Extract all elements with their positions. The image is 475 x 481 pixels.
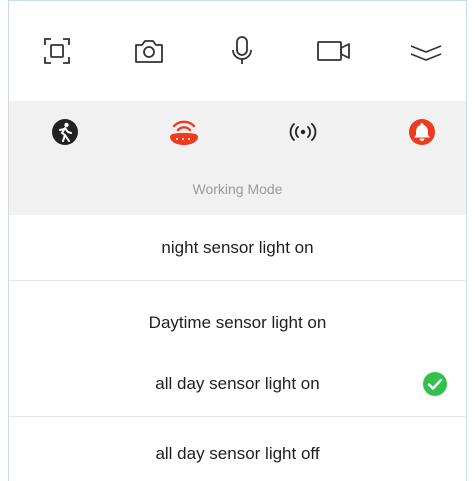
mode-icons-bar xyxy=(9,101,466,163)
radar-signal-icon xyxy=(289,123,317,141)
screenshot-button[interactable] xyxy=(35,29,79,73)
option-night-sensor-light-on[interactable]: night sensor light on xyxy=(9,215,466,281)
working-mode-header: Working Mode xyxy=(9,163,466,215)
pedestrian-icon xyxy=(52,119,78,145)
sensor-light-mode-button[interactable] xyxy=(164,112,204,152)
option-label: all day sensor light off xyxy=(155,444,320,463)
video-icon xyxy=(316,41,350,61)
snapshot-button[interactable] xyxy=(127,29,171,73)
option-daytime-sensor-light-on[interactable]: Daytime sensor light on xyxy=(9,290,466,356)
screenshot-icon xyxy=(44,38,70,64)
collapse-button[interactable] xyxy=(404,29,448,73)
app-frame: Working Mode night sensor light on Dayti… xyxy=(8,0,467,481)
option-label: all day sensor light on xyxy=(155,373,320,393)
collapse-icon xyxy=(410,45,442,61)
sensor-light-icon xyxy=(170,120,198,145)
pedestrian-mode-button[interactable] xyxy=(45,112,85,152)
microphone-icon xyxy=(231,36,252,64)
option-all-day-sensor-light-off[interactable]: all day sensor light off xyxy=(9,421,466,481)
control-toolbar xyxy=(9,1,466,101)
selected-check-icon xyxy=(423,371,447,396)
option-label: Daytime sensor light on xyxy=(148,313,327,332)
option-label: night sensor light on xyxy=(161,237,314,257)
alarm-mode-button[interactable] xyxy=(402,112,442,152)
record-video-button[interactable] xyxy=(312,29,356,73)
option-all-day-sensor-light-on[interactable]: all day sensor light on xyxy=(9,351,466,417)
microphone-button[interactable] xyxy=(220,29,264,73)
camera-icon xyxy=(135,40,164,63)
alarm-bell-icon xyxy=(409,119,435,145)
radar-mode-button[interactable] xyxy=(283,112,323,152)
